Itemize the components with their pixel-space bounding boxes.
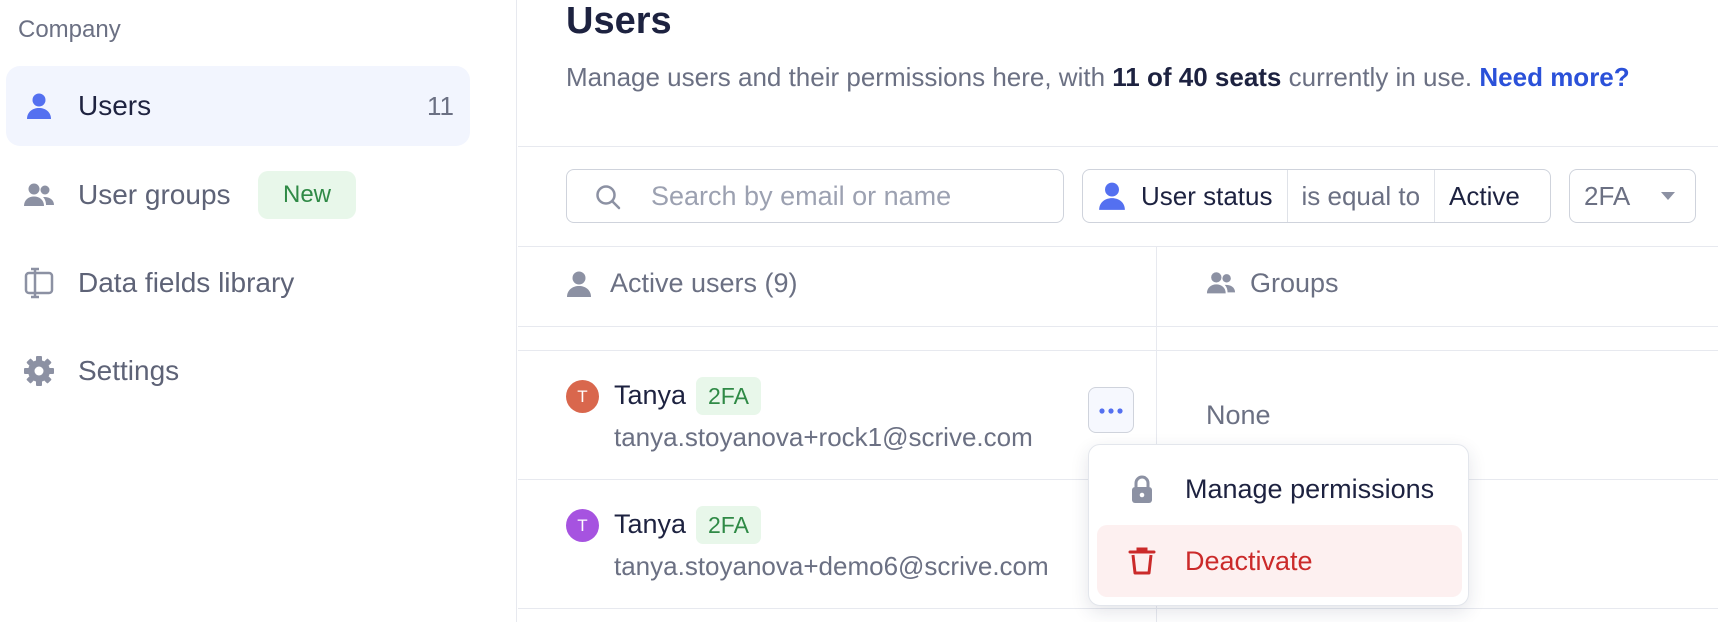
- filter-operator[interactable]: is equal to: [1288, 170, 1436, 222]
- main-content: Users Manage users and their permissions…: [518, 0, 1718, 622]
- filter-value[interactable]: Active: [1435, 170, 1534, 222]
- menu-item-label: Deactivate: [1185, 545, 1313, 576]
- more-actions-button[interactable]: [1088, 387, 1134, 433]
- avatar: T: [566, 509, 599, 542]
- divider: [518, 608, 1718, 609]
- user-name: Tanya: [614, 509, 687, 539]
- user-icon: [1097, 181, 1127, 211]
- avatar: T: [566, 380, 599, 413]
- divider: [518, 326, 1718, 327]
- menu-item-label: Manage permissions: [1185, 473, 1435, 504]
- divider: [518, 146, 1718, 147]
- gear-icon: [22, 354, 56, 388]
- manage-permissions-menu-item[interactable]: Manage permissions: [1097, 453, 1462, 525]
- table-row[interactable]: T Tanya 2FA tanya.stoyanova+rock1@scrive…: [518, 350, 1156, 480]
- search-input[interactable]: [651, 178, 1051, 214]
- sidebar-item-user-groups[interactable]: User groups New: [6, 155, 470, 235]
- sidebar-item-label: Users: [78, 90, 152, 121]
- sidebar-item-label: Settings: [78, 355, 180, 386]
- deactivate-menu-item[interactable]: Deactivate: [1097, 525, 1462, 597]
- search-box[interactable]: [566, 169, 1064, 223]
- lock-icon: [1127, 474, 1157, 504]
- user-name: Tanya: [614, 380, 687, 410]
- column-header-label: Active users (9): [610, 268, 798, 298]
- search-icon: [595, 184, 621, 210]
- user-email: tanya.stoyanova+demo6@scrive.com: [614, 551, 1049, 581]
- twofa-select-value: 2FA: [1584, 180, 1631, 211]
- twofa-badge: 2FA: [696, 506, 761, 544]
- row-actions-menu: Manage permissions Deactivate: [1088, 444, 1469, 606]
- sidebar-item-settings[interactable]: Settings: [6, 331, 470, 411]
- user-icon: [566, 270, 594, 298]
- users-count: 11: [427, 90, 454, 121]
- sidebar-item-users[interactable]: Users 11: [6, 66, 470, 146]
- groups-value: None: [1206, 400, 1271, 430]
- user-icon: [22, 89, 56, 123]
- ellipsis-icon: [1099, 401, 1123, 419]
- sidebar-item-label: User groups: [78, 179, 231, 210]
- sidebar-item-label: Data fields library: [78, 267, 295, 298]
- user-group-icon: [1206, 270, 1236, 298]
- page-title: Users: [566, 0, 672, 42]
- subtitle-text: Manage users and their permissions here,…: [566, 62, 1113, 92]
- filter-field[interactable]: User status: [1083, 170, 1288, 222]
- table-row[interactable]: T Tanya 2FA tanya.stoyanova+demo6@scrive…: [518, 479, 1156, 609]
- sidebar: Company Users 11 User groups New Data fi…: [0, 0, 517, 622]
- chevron-down-icon: [1659, 189, 1677, 203]
- twofa-select[interactable]: 2FA: [1569, 169, 1696, 223]
- page-subtitle: Manage users and their permissions here,…: [566, 62, 1630, 93]
- data-fields-icon: [22, 266, 56, 300]
- new-badge: New: [258, 171, 357, 219]
- user-email: tanya.stoyanova+rock1@scrive.com: [614, 422, 1033, 452]
- column-header-active-users[interactable]: Active users (9): [566, 268, 798, 299]
- sidebar-item-data-fields-library[interactable]: Data fields library: [6, 243, 470, 323]
- trash-icon: [1127, 546, 1157, 576]
- seats-usage: 11 of 40 seats: [1112, 62, 1282, 92]
- user-group-icon: [22, 178, 56, 212]
- twofa-badge: 2FA: [696, 377, 761, 415]
- sidebar-section-title: Company: [18, 16, 121, 43]
- status-filter[interactable]: User status is equal to Active: [1082, 169, 1551, 223]
- need-more-link[interactable]: Need more?: [1479, 62, 1629, 92]
- filter-field-label: User status: [1141, 180, 1273, 211]
- divider: [518, 246, 1718, 247]
- subtitle-text: currently in use.: [1281, 62, 1473, 92]
- column-header-label: Groups: [1250, 268, 1339, 298]
- column-header-groups[interactable]: Groups: [1206, 268, 1339, 299]
